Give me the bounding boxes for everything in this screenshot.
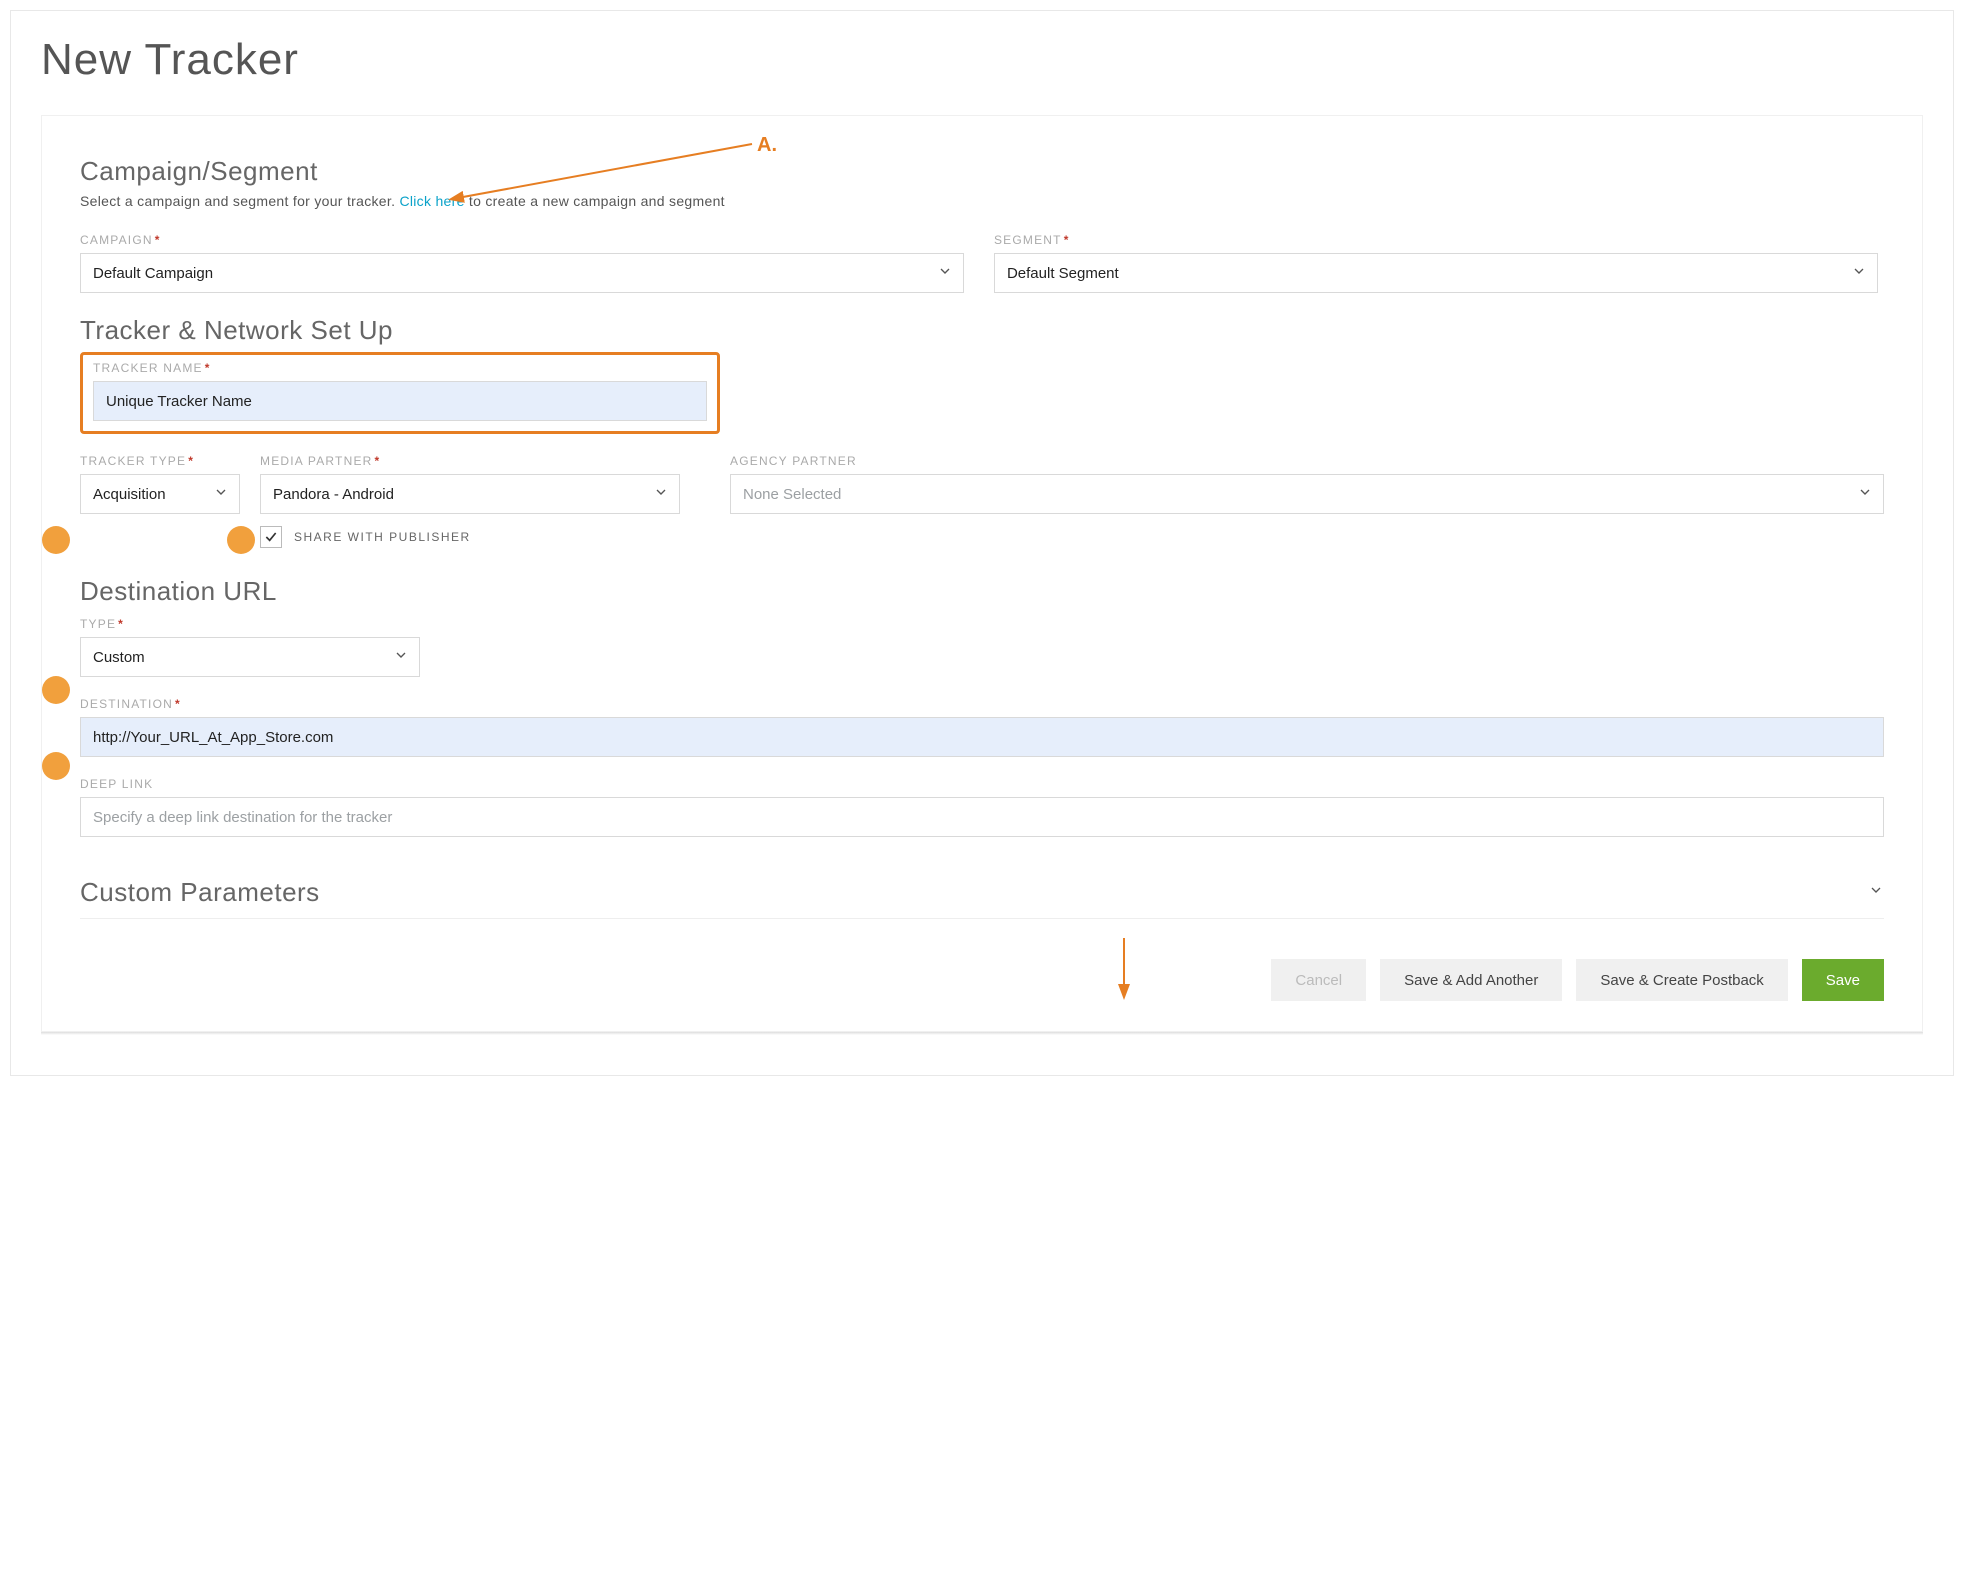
media-partner-value: Pandora - Android [273, 486, 394, 503]
media-partner-label: MEDIA PARTNER* [260, 454, 680, 468]
chevron-down-icon [213, 484, 229, 504]
cancel-button: Cancel [1271, 959, 1366, 1001]
chevron-down-icon [1857, 484, 1873, 504]
callout-dot [227, 526, 255, 554]
desc-text: Select a campaign and segment for your t… [80, 193, 399, 209]
tracker-name-input[interactable]: Unique Tracker Name [93, 381, 707, 421]
chevron-down-icon [1851, 263, 1867, 283]
segment-select[interactable]: Default Segment [994, 253, 1878, 293]
share-publisher-label: SHARE WITH PUBLISHER [294, 530, 471, 544]
callout-dot [42, 752, 70, 780]
tracker-name-label: TRACKER NAME* [93, 361, 707, 375]
page-title: New Tracker [41, 35, 1923, 85]
section-title-campaign: Campaign/Segment [80, 156, 1884, 187]
check-icon [263, 529, 279, 545]
section-title-custom-params: Custom Parameters [80, 877, 320, 908]
save-add-another-button[interactable]: Save & Add Another [1380, 959, 1562, 1001]
agency-partner-select[interactable]: None Selected [730, 474, 1884, 514]
chevron-down-icon [937, 263, 953, 283]
chevron-down-icon [393, 647, 409, 667]
destination-label: DESTINATION* [80, 697, 1884, 711]
campaign-label: CAMPAIGN* [80, 233, 964, 247]
deeplink-label: DEEP LINK [80, 777, 1884, 791]
section-title-destination: Destination URL [80, 576, 1884, 607]
dest-type-label: TYPE* [80, 617, 1884, 631]
desc-text: to create a new campaign and segment [465, 193, 725, 209]
segment-value: Default Segment [1007, 265, 1119, 282]
tracker-name-value: Unique Tracker Name [106, 393, 252, 410]
dest-type-value: Custom [93, 649, 145, 666]
dest-type-select[interactable]: Custom [80, 637, 420, 677]
tracker-type-value: Acquisition [93, 486, 166, 503]
tracker-type-label: TRACKER TYPE* [80, 454, 240, 468]
segment-label: SEGMENT* [994, 233, 1878, 247]
media-partner-select[interactable]: Pandora - Android [260, 474, 680, 514]
section-title-tracker: Tracker & Network Set Up [80, 315, 1884, 346]
campaign-value: Default Campaign [93, 265, 213, 282]
annotation-a-label: A. [757, 134, 777, 157]
deeplink-input[interactable]: Specify a deep link destination for the … [80, 797, 1884, 837]
destination-input[interactable]: http://Your_URL_At_App_Store.com [80, 717, 1884, 757]
share-publisher-checkbox[interactable] [260, 526, 282, 548]
campaign-select[interactable]: Default Campaign [80, 253, 964, 293]
agency-partner-value: None Selected [743, 486, 841, 503]
save-button[interactable]: Save [1802, 959, 1884, 1001]
save-create-postback-button[interactable]: Save & Create Postback [1576, 959, 1787, 1001]
tracker-type-select[interactable]: Acquisition [80, 474, 240, 514]
form-card: A. Campaign/Segment Select a campaign an… [41, 115, 1923, 1032]
agency-partner-label: AGENCY PARTNER [730, 454, 1884, 468]
callout-dot [42, 676, 70, 704]
campaign-desc: Select a campaign and segment for your t… [80, 193, 1884, 209]
tracker-name-highlight: TRACKER NAME* Unique Tracker Name [80, 352, 720, 434]
chevron-down-icon [653, 484, 669, 504]
deeplink-placeholder: Specify a deep link destination for the … [93, 809, 392, 826]
destination-value: http://Your_URL_At_App_Store.com [93, 729, 333, 746]
chevron-down-icon[interactable] [1868, 882, 1884, 903]
click-here-link[interactable]: Click here [399, 193, 464, 209]
callout-dot [42, 526, 70, 554]
